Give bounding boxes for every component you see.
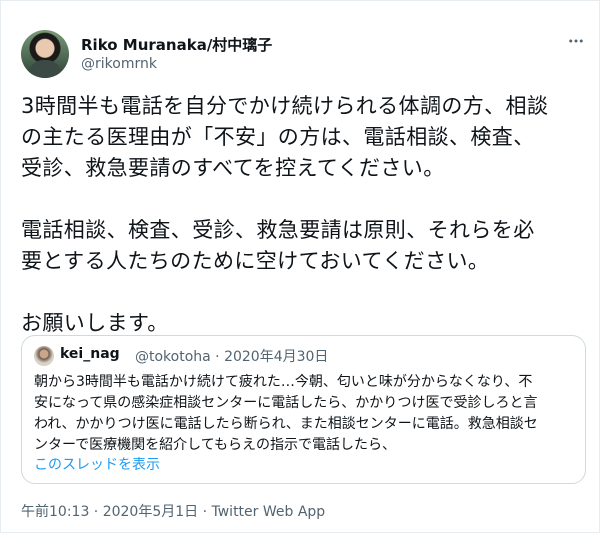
author-handle[interactable]: @rikomrnk [81,56,157,72]
show-thread-link[interactable]: このスレッドを表示 [34,454,160,474]
quoted-tweet[interactable]: kei_nag @tokotoha · 2020年4月30日 朝から3時間半も電… [21,335,586,484]
more-horizontal-icon [569,39,583,43]
tweet-meta[interactable]: 午前10:13 · 2020年5月1日 · Twitter Web App [21,501,325,521]
tweet-text: 3時間半も電話を自分でかけ続けられる体調の方、相談 の主たる医理由が「不安」の方… [21,94,549,335]
quoted-avatar [34,346,54,366]
quoted-text: 朝から3時間半も電話かけ続けて疲れた…今朝、匂いと味が分からなくなり、不 安にな… [34,374,538,453]
quoted-handle-date: @tokotoha · 2020年4月30日 [135,349,329,365]
author-name[interactable]: Riko Muranaka/村中璃子 [81,34,272,55]
quoted-author-name: kei_nag [60,346,120,362]
tweet-card: Riko Muranaka/村中璃子 @rikomrnk 3時間半も電話を自分で… [0,0,600,533]
avatar[interactable] [21,30,69,78]
more-options-button[interactable] [563,28,589,54]
